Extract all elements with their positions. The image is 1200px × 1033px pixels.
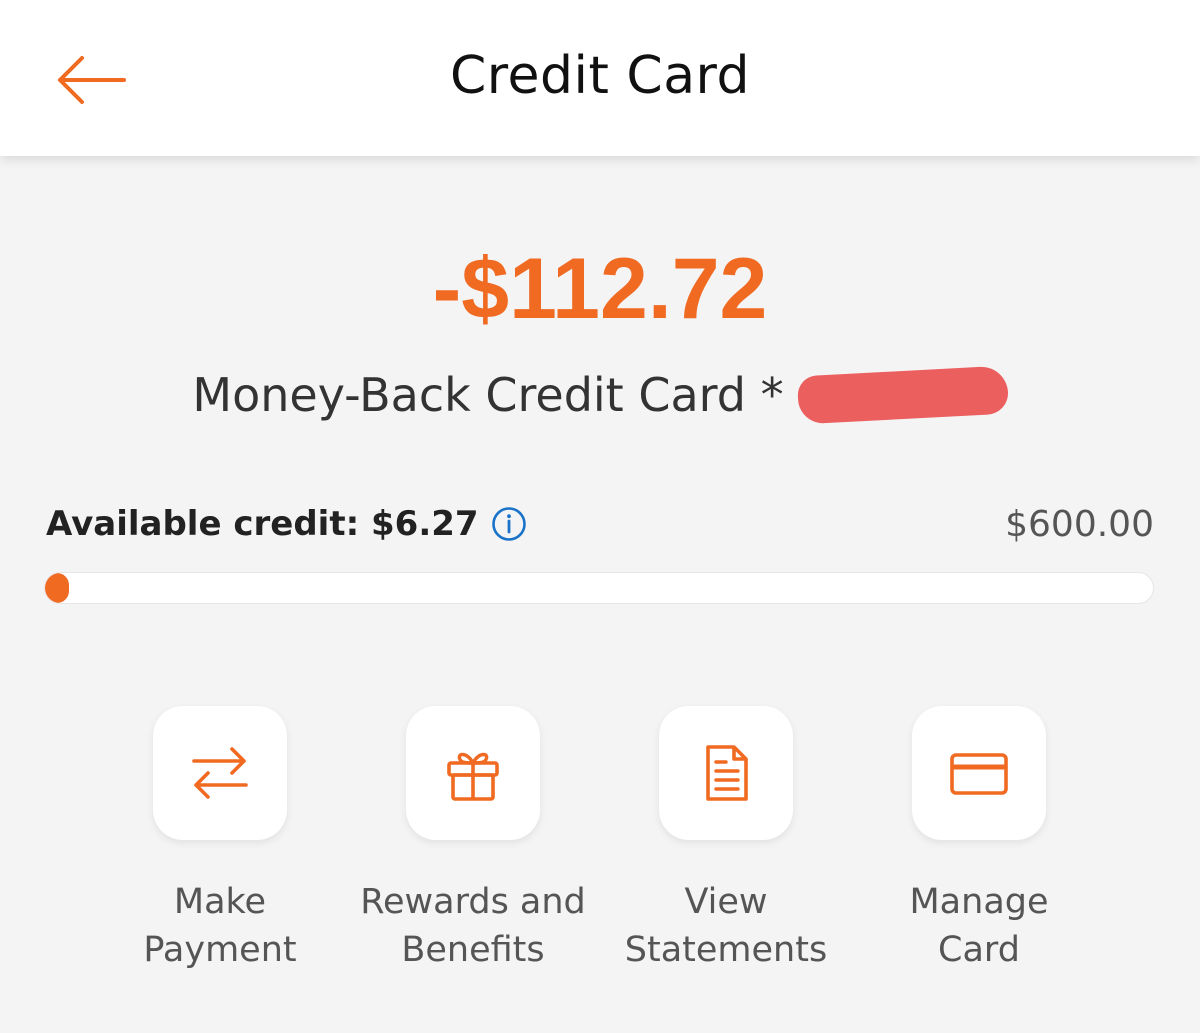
make-payment-tile [153, 706, 287, 840]
gift-icon [447, 752, 499, 801]
available-credit: Available credit: $6.27 [46, 504, 527, 544]
transfer-arrows-icon [192, 747, 248, 799]
credit-progress-fill [45, 573, 69, 603]
credit-progress-bar [44, 572, 1154, 604]
view-statements-label: View Statements [624, 882, 828, 970]
rewards-benefits-button[interactable]: Rewards and Benefits [343, 706, 603, 974]
manage-card-tile [912, 706, 1046, 840]
card-name: Money-Back Credit Card * [192, 368, 784, 422]
credit-card-icon [950, 753, 1008, 795]
view-statements-button[interactable]: View Statements [596, 706, 856, 974]
balance-amount: -$112.72 [432, 241, 768, 337]
available-credit-label: Available credit: $6.27 [46, 504, 479, 544]
rewards-benefits-label: Rewards and Benefits [360, 882, 586, 970]
card-name-row: Money-Back Credit Card * [0, 365, 1200, 425]
make-payment-button[interactable]: Make Payment [90, 706, 350, 974]
manage-card-label: Manage Card [909, 882, 1049, 970]
redaction-mark [796, 365, 1009, 425]
rewards-benefits-tile [406, 706, 540, 840]
make-payment-label: Make Payment [143, 882, 297, 970]
page-title: Credit Card [449, 46, 751, 106]
credit-limit: $600.00 [1005, 504, 1154, 545]
view-statements-tile [659, 706, 793, 840]
manage-card-button[interactable]: Manage Card [849, 706, 1109, 974]
quick-actions: Make Payment Rewards and Benefits View S [0, 706, 1200, 986]
top-app-bar: Credit Card [0, 0, 1200, 156]
document-icon [706, 745, 748, 801]
info-icon[interactable] [491, 506, 527, 542]
